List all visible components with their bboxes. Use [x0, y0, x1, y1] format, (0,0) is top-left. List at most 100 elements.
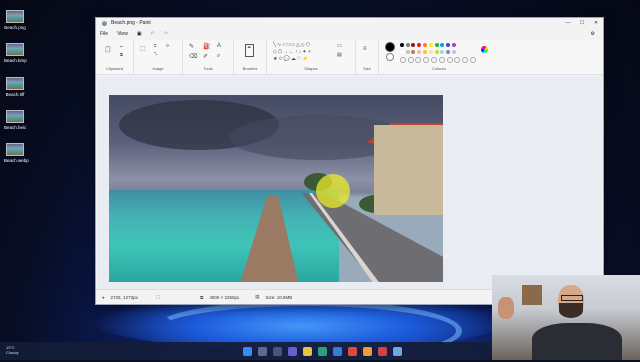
secondary-color-swatch[interactable]	[386, 53, 394, 61]
palette-swatch[interactable]	[440, 43, 445, 47]
maximize-button[interactable]: ☐	[575, 20, 589, 26]
minimize-button[interactable]: —	[561, 20, 575, 26]
desktop-icon-beach-tiff[interactable]: Beach.tiff	[4, 77, 26, 97]
shapes-row-1[interactable]: ╲∿○□▭△◇⬠	[273, 42, 311, 48]
palette-swatch[interactable]	[446, 43, 451, 47]
shapes-row-2[interactable]: ◇⬡→←↑↓✦✧	[273, 49, 313, 55]
widgets-icon[interactable]	[288, 346, 297, 356]
palette-swatch[interactable]	[423, 43, 428, 47]
background-shelf	[522, 285, 542, 305]
palette-swatch[interactable]	[407, 57, 414, 63]
app-icon[interactable]	[378, 346, 387, 356]
title-bar[interactable]: Beach.png - Paint — ☐ ✕	[96, 18, 603, 28]
beach-image-canvas[interactable]	[109, 95, 443, 282]
palette-swatch[interactable]	[438, 57, 445, 63]
presenter-beard	[559, 303, 583, 318]
presenter-glasses	[561, 295, 583, 301]
menu-view[interactable]: View	[117, 31, 128, 37]
color-picker-icon[interactable]: ✐	[203, 53, 208, 60]
palette-swatch[interactable]	[446, 57, 453, 63]
store-icon[interactable]	[333, 346, 342, 356]
desktop-icon-label: Beach.heic	[4, 125, 27, 130]
redo-icon[interactable]: ↷	[164, 31, 168, 37]
settings-icon[interactable]: ⚙	[591, 31, 595, 37]
window-title: Beach.png - Paint	[111, 20, 151, 26]
undo-icon[interactable]: ↶	[151, 31, 155, 37]
image-group: ⬚ ⌗ ⤡ ⟳ Image	[134, 40, 183, 74]
canvas-area[interactable]	[97, 76, 602, 290]
primary-color-swatch[interactable]	[385, 42, 395, 52]
start-icon[interactable]	[243, 346, 252, 356]
app-icon[interactable]	[393, 346, 402, 356]
edit-colours-icon[interactable]	[481, 46, 488, 53]
line-size-icon[interactable]: ≡	[363, 46, 367, 52]
shape-fill-icon[interactable]: ▤	[337, 52, 342, 58]
palette-swatch[interactable]	[454, 57, 461, 63]
file-size: Size: 10.8MB	[265, 294, 293, 300]
desktop-icon-beach-webp[interactable]: Beach.webp	[4, 143, 29, 163]
palette-swatch[interactable]	[451, 50, 456, 54]
desktop-icon-beach-heic[interactable]: Beach.heic	[4, 110, 26, 130]
file-explorer-icon[interactable]	[303, 346, 312, 356]
palette-swatch[interactable]	[434, 43, 439, 47]
paint-taskbar-icon[interactable]	[363, 346, 372, 356]
file-size-icon: ▤	[255, 294, 260, 299]
palette-swatch[interactable]	[469, 57, 476, 63]
fill-icon[interactable]: ⛽	[203, 43, 210, 50]
task-view-icon[interactable]	[273, 346, 282, 356]
select-icon[interactable]: ⬚	[140, 45, 146, 52]
palette-swatch[interactable]	[431, 57, 438, 63]
palette-swatch[interactable]	[417, 43, 422, 47]
eraser-icon[interactable]: ⌫	[189, 53, 197, 60]
palette-swatch[interactable]	[399, 43, 404, 47]
palette-row-1	[399, 43, 457, 49]
palette-swatch[interactable]	[440, 50, 445, 54]
palette-swatch[interactable]	[417, 50, 422, 54]
palette-swatch[interactable]	[399, 57, 406, 63]
crop-icon[interactable]: ⌗	[154, 43, 156, 48]
magnifier-icon[interactable]: ⌕	[217, 53, 220, 60]
desktop-icon-beach-bmp[interactable]: Beach.bmp	[4, 43, 27, 63]
palette-swatch[interactable]	[451, 43, 456, 47]
paste-icon[interactable]: 📋	[104, 46, 111, 53]
building	[374, 125, 443, 215]
desktop-icon-beach-png[interactable]: Beach.png	[4, 10, 26, 30]
cursor-position: 2725, 1273px	[110, 294, 138, 300]
brush-icon[interactable]: ✒	[245, 44, 254, 57]
palette-swatch[interactable]	[462, 57, 469, 63]
palette-swatch[interactable]	[405, 43, 410, 47]
palette-swatch[interactable]	[423, 50, 428, 54]
palette-swatch[interactable]	[415, 57, 422, 63]
shapes-row-3[interactable]: ★✩💬☁♡⚡	[273, 56, 310, 62]
resize-icon[interactable]: ⤡	[154, 51, 157, 56]
copy-icon[interactable]: ⧉	[120, 52, 123, 57]
rotate-icon[interactable]: ⟳	[166, 43, 169, 48]
pencil-icon[interactable]: ✎	[189, 43, 194, 50]
palette-swatch[interactable]	[434, 50, 439, 54]
menu-file[interactable]: File	[100, 31, 108, 37]
palette-row-2	[399, 50, 457, 56]
outline-icon[interactable]: ▭	[337, 43, 342, 49]
text-icon[interactable]: A	[217, 43, 221, 49]
search-icon[interactable]	[258, 346, 267, 356]
shapes-label: Shapes	[304, 66, 318, 71]
edge-icon[interactable]	[318, 346, 327, 356]
palette-swatch[interactable]	[446, 50, 451, 54]
palette-swatch[interactable]	[399, 50, 404, 54]
palette-row-3	[399, 57, 477, 65]
palette-swatch[interactable]	[411, 50, 416, 54]
palette-swatch[interactable]	[405, 50, 410, 54]
save-icon[interactable]: ▣	[137, 31, 142, 37]
close-button[interactable]: ✕	[589, 20, 603, 26]
weather-widget[interactable]: 19°C Cloudy	[6, 345, 18, 355]
palette-swatch[interactable]	[428, 50, 433, 54]
palette-swatch[interactable]	[428, 43, 433, 47]
palette-swatch[interactable]	[423, 57, 430, 63]
palette-swatch[interactable]	[411, 43, 416, 47]
cut-icon[interactable]: ✂	[120, 44, 123, 49]
brushes-label: Brushes	[242, 66, 258, 71]
chrome-icon[interactable]	[348, 346, 357, 356]
menu-bar: File View ▣ ↶ ↷ ⚙	[96, 28, 603, 40]
presenter-shirt	[532, 323, 622, 360]
image-file-icon	[6, 43, 24, 56]
